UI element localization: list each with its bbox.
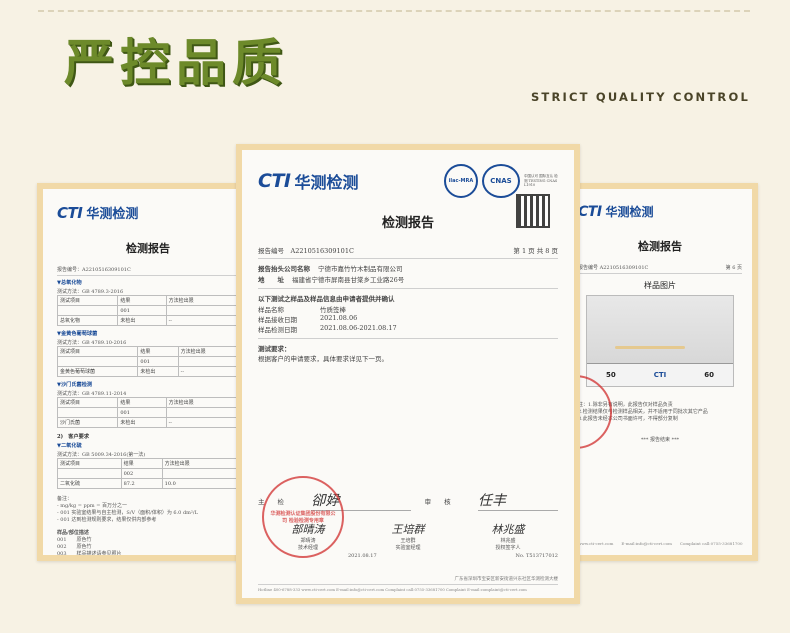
report-number: 报告编号：A2210516309101C — [57, 267, 131, 273]
audit-label: 审 核 — [424, 497, 451, 506]
sample-photo: 50 CTI 60 — [586, 295, 734, 387]
footer-address: 广东省深圳市宝安区新安街道兴东社区华测检测大楼 — [454, 577, 559, 582]
official-seal: 华测检测认证集团股份有限公司 检验检测专用章 — [262, 476, 344, 558]
samples-title: 样品/部位描述 — [57, 530, 89, 536]
test-section: ▼总氧化物 测试方法：GB 4789.3-2016 测试项目 结果 方法检出限 00… — [56, 279, 240, 326]
address-label: 地 址 — [258, 276, 284, 284]
cti-logo-text: 华测检测 — [294, 173, 359, 192]
results-table: 测试项目 结果 方法检出限 002 二氧化硫 87.2 10.0 — [57, 458, 240, 489]
report-serial: No. T513717012 — [515, 553, 558, 559]
signer: 林兆盛 林兆盛 授权签字人 — [491, 523, 525, 551]
photo-heading: 样品图片 — [644, 281, 676, 290]
client-value: 宁德市嘉竹竹木制品有限公司 — [318, 265, 403, 273]
report-heading: 检测报告 — [381, 216, 434, 231]
notes-title: 备注： — [57, 496, 73, 502]
report-number: 报告编号 A2210516309101C — [578, 265, 649, 271]
report-heading: 检测报告 — [638, 240, 682, 253]
note-line: - 001 达到检测规则要求，结果仅供内部参考 — [57, 517, 157, 523]
section-title: 2) 客户要求 — [57, 434, 90, 440]
cti-logo-text: 华测检测 — [605, 205, 654, 219]
row-value: 2021.08.06 — [320, 314, 358, 322]
sample-line: 002 原色竹 — [57, 544, 92, 550]
cti-logo: CTI 华测检测 — [57, 203, 239, 223]
report-page-right: CTI 华测检测 检测报告 报告编号 A2210516309101C 第 6 页… — [562, 183, 758, 561]
report-page-left: CTI 华测检测 检测报告 报告编号：A2210516309101C ▼总氧化物… — [37, 183, 259, 561]
row-value: 竹质签棒 — [320, 306, 346, 314]
test-method: 测试方法：GB 4789.11-2014 — [57, 391, 127, 397]
cti-logo: CTI 华测检测 — [578, 203, 742, 220]
section-title: ▼总氧化物 — [57, 280, 82, 286]
note-line: - 001 实验室结果与自主检测，S/V（面积/体积）为 6.0 dm²/L — [57, 510, 198, 516]
cti-logo: CTI 华测检测 — [258, 169, 359, 193]
report-heading: 检测报告 — [126, 242, 170, 255]
confirm-heading: 以下测试之样品及样品信息由申请者提供并确认 — [258, 295, 395, 303]
test-method: 测试方法：GB 5009.34-2016(第一法) — [57, 452, 146, 458]
row-label: 样品名称 — [258, 306, 284, 314]
page-footer: www.cti-cert.com E-mail:info@cti-cert.co… — [578, 541, 743, 546]
ruler: 50 CTI 60 — [587, 363, 733, 386]
cnas-label: 中国认可 国际互认 检测 TESTING CNAS L1910 — [524, 174, 558, 188]
results-table: 测试项目 结果 方法检出限 001 总氧化物 未检出 -- — [56, 295, 240, 326]
cti-logo-text: 华测检测 — [86, 207, 139, 222]
footer-contacts: Hotline 400-6788-333 www.cti-cert.com E-… — [258, 587, 527, 592]
report-no-label: 报告编号 — [258, 247, 284, 255]
page-subtitle: STRICT QUALITY CONTROL — [530, 90, 750, 104]
report-number: A2210516309101C — [290, 247, 354, 255]
test-method: 测试方法：GB 4789.10-2016 — [57, 340, 127, 346]
report-page-main: CTI 华测检测 ilac-MRA CNAS 中国认可 国际互认 检测 TEST… — [236, 144, 580, 604]
results-table: 测试项目 结果 方法检出限 001 金黄色葡萄球菌 未检出 -- — [56, 346, 240, 377]
row-value: 2021.08.06-2021.08.17 — [320, 324, 397, 332]
sample-line: 003 样品描述请参见照片 — [57, 551, 122, 557]
cti-logo-mark: CTI — [578, 203, 602, 220]
top-dashed-divider — [38, 10, 750, 12]
accreditation-marks: ilac-MRA CNAS 中国认可 国际互认 检测 TESTING CNAS … — [444, 164, 558, 198]
ruler-label: 50 — [605, 371, 616, 379]
qr-code — [516, 194, 550, 228]
sign-date: 2021.08.17 — [348, 553, 377, 559]
note-line: - mg/kg = ppm = 百万分之一 — [57, 503, 128, 509]
cnas-icon: CNAS — [482, 164, 520, 198]
row-label: 样品检测日期 — [258, 326, 297, 334]
test-section: ▼沙门氏菌检测 测试方法：GB 4789.11-2014 测试项目 结果 方法检出限… — [56, 381, 240, 428]
bamboo-stick — [615, 346, 685, 349]
cti-logo-mark: CTI — [57, 203, 83, 222]
cti-logo-mark: CTI — [258, 170, 291, 192]
section-title: ▼金黄色葡萄球菌 — [57, 331, 98, 337]
row-label: 样品接收日期 — [258, 316, 297, 324]
page-info: 第 1 页 共 8 页 — [513, 247, 558, 255]
test-section: ▼金黄色葡萄球菌 测试方法：GB 4789.10-2016 测试项目 结果 方法检出… — [56, 330, 240, 377]
section-title: ▼沙门氏菌检测 — [57, 382, 93, 388]
end-of-report: *** 报告结束 *** — [640, 437, 680, 443]
page-info: 第 6 页 — [725, 265, 742, 271]
results-table: 测试项目 结果 方法检出限 001 沙门氏菌 未检出 -- — [56, 397, 240, 428]
ruler-label: 60 — [704, 371, 714, 379]
ruler-logo: CTI — [653, 371, 667, 379]
signer: 王培群 王培群 实验室经理 — [391, 523, 425, 551]
test-req-value: 根据客户的申请要求，具体要求详见下一页。 — [258, 355, 388, 363]
address-value: 福建省宁德市屏南县甘棠乡工业路26号 — [292, 276, 405, 284]
test-req-label: 测试要求： — [258, 345, 291, 353]
ilac-mra-icon: ilac-MRA — [444, 164, 478, 198]
section-subtitle: ▼二氧化硫 — [57, 443, 82, 449]
sample-line: 001 原色竹 — [57, 537, 92, 543]
page-title: 严控品质 — [64, 34, 288, 92]
audit-signature: 任丰 — [477, 490, 558, 511]
client-label: 报告抬头公司名称 — [258, 265, 310, 273]
test-method: 测试方法：GB 4789.3-2016 — [57, 289, 124, 295]
